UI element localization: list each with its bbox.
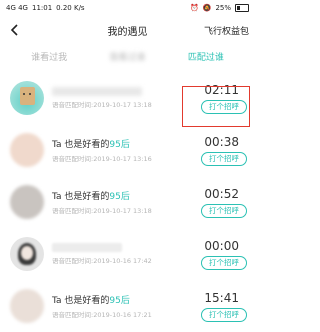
call-duration: 15:41	[204, 290, 239, 305]
call-duration: 00:52	[204, 186, 239, 201]
chevron-left-icon	[10, 24, 18, 36]
back-button[interactable]	[4, 19, 26, 41]
avatar	[10, 133, 44, 167]
row-title: Ta 也是好看的95后	[52, 296, 130, 306]
status-bar: 4G 4G 11:01 0.20 K/s ⏰ 🔕 25%	[0, 0, 255, 16]
avatar	[10, 237, 44, 271]
list-item[interactable]: 语音匹配时间:2019-10-16 17:42 00:00 打个招呼	[0, 228, 255, 280]
list-item[interactable]: Ta 也是好看的95后 语音匹配时间:2019-10-16 17:21 15:4…	[0, 280, 255, 332]
row-title	[52, 243, 122, 252]
call-duration: 00:38	[204, 134, 239, 149]
match-time: 语音匹配时间:2019-10-16 17:21	[52, 311, 152, 319]
tab-who-i-matched[interactable]: 匹配过谁	[188, 50, 224, 63]
say-hello-button[interactable]: 打个招呼	[201, 307, 247, 322]
tab-who-viewed-me[interactable]: 谁看过我	[31, 50, 67, 63]
say-hello-button[interactable]: 打个招呼	[201, 151, 247, 166]
tab-bar: 谁看过我 我看过谁 匹配过谁	[0, 44, 255, 68]
say-hello-button[interactable]: 打个招呼	[201, 255, 247, 270]
avatar	[10, 289, 44, 323]
mute-icon: 🔕	[202, 4, 212, 12]
clock: 11:01	[31, 4, 53, 12]
battery-icon	[235, 4, 249, 12]
match-time: 语音匹配时间:2019-10-17 13:16	[52, 155, 152, 163]
row-title: Ta 也是好看的95后	[52, 192, 130, 202]
match-time: 语音匹配时间:2019-10-16 17:42	[52, 257, 152, 265]
list-item[interactable]: Ta 也是好看的95后 语音匹配时间:2019-10-17 13:18 00:5…	[0, 176, 255, 228]
signal-indicator: 4G 4G	[6, 4, 28, 12]
highlight-box	[182, 86, 250, 127]
nav-bar: 我的遇见 飞行权益包	[0, 16, 255, 44]
match-time: 语音匹配时间:2019-10-17 13:18	[52, 101, 152, 109]
row-title: Ta 也是好看的95后	[52, 140, 130, 150]
list-item[interactable]: Ta 也是好看的95后 语音匹配时间:2019-10-17 13:16 00:3…	[0, 124, 255, 176]
say-hello-button[interactable]: 打个招呼	[201, 203, 247, 218]
battery-percent: 25%	[215, 4, 231, 12]
call-duration: 00:00	[204, 238, 239, 253]
avatar	[10, 81, 44, 115]
match-time: 语音匹配时间:2019-10-17 13:18	[52, 207, 152, 215]
flight-benefits-link[interactable]: 飞行权益包	[204, 24, 249, 37]
row-title	[52, 87, 142, 96]
network-speed: 0.20 K/s	[56, 4, 85, 12]
tab-who-i-viewed[interactable]: 我看过谁	[109, 50, 145, 63]
avatar	[10, 185, 44, 219]
alarm-icon: ⏰	[190, 4, 199, 12]
